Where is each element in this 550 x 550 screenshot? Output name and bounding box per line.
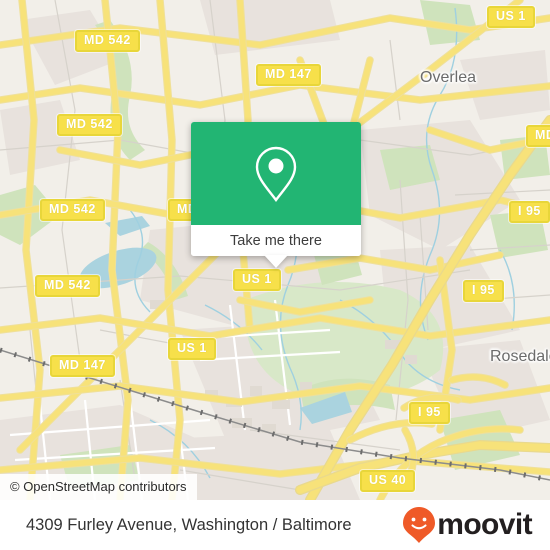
road-shield[interactable]: MD — [526, 125, 550, 147]
road-shield[interactable]: US 40 — [360, 470, 416, 492]
moovit-logo[interactable]: moovit — [402, 506, 533, 544]
callout-action[interactable]: Take me there — [191, 225, 361, 256]
place-label-overlea: Overlea — [420, 69, 477, 86]
map-screenshot: .land { fill:#f2efe9; } .urban { fill:#e… — [0, 0, 550, 550]
road-shield[interactable]: US 1 — [168, 338, 216, 360]
callout-header — [191, 122, 361, 225]
callout-action-label: Take me there — [230, 232, 322, 249]
road-shield[interactable]: MD 542 — [40, 199, 105, 221]
footer-bar: 4309 Furley Avenue, Washington / Baltimo… — [0, 500, 550, 550]
road-shield[interactable]: MD 542 — [57, 114, 122, 136]
road-shield[interactable]: I 95 — [509, 201, 550, 223]
osm-attribution[interactable]: © OpenStreetMap contributors — [0, 474, 197, 500]
road-shield[interactable]: MD 147 — [50, 355, 115, 377]
address-label: 4309 Furley Avenue, Washington / Baltimo… — [26, 515, 352, 534]
road-shield[interactable]: MD 147 — [256, 64, 321, 86]
moovit-wordmark: moovit — [437, 508, 532, 541]
map-pin-icon — [255, 146, 297, 202]
callout-pointer — [264, 255, 288, 268]
road-shield[interactable]: US 1 — [233, 269, 281, 291]
map-canvas[interactable]: .land { fill:#f2efe9; } .urban { fill:#e… — [0, 0, 550, 500]
moovit-pin-smiley-icon — [403, 507, 436, 543]
road-shield[interactable]: MD 542 — [35, 275, 100, 297]
road-shield[interactable]: US 1 — [487, 6, 535, 28]
road-shield[interactable]: MD 542 — [75, 30, 140, 52]
road-shield[interactable]: I 95 — [463, 280, 504, 302]
map-callout[interactable]: Take me there — [191, 122, 361, 268]
place-label-rosedale: Rosedale — [490, 348, 550, 365]
road-shield[interactable]: I 95 — [409, 402, 450, 424]
